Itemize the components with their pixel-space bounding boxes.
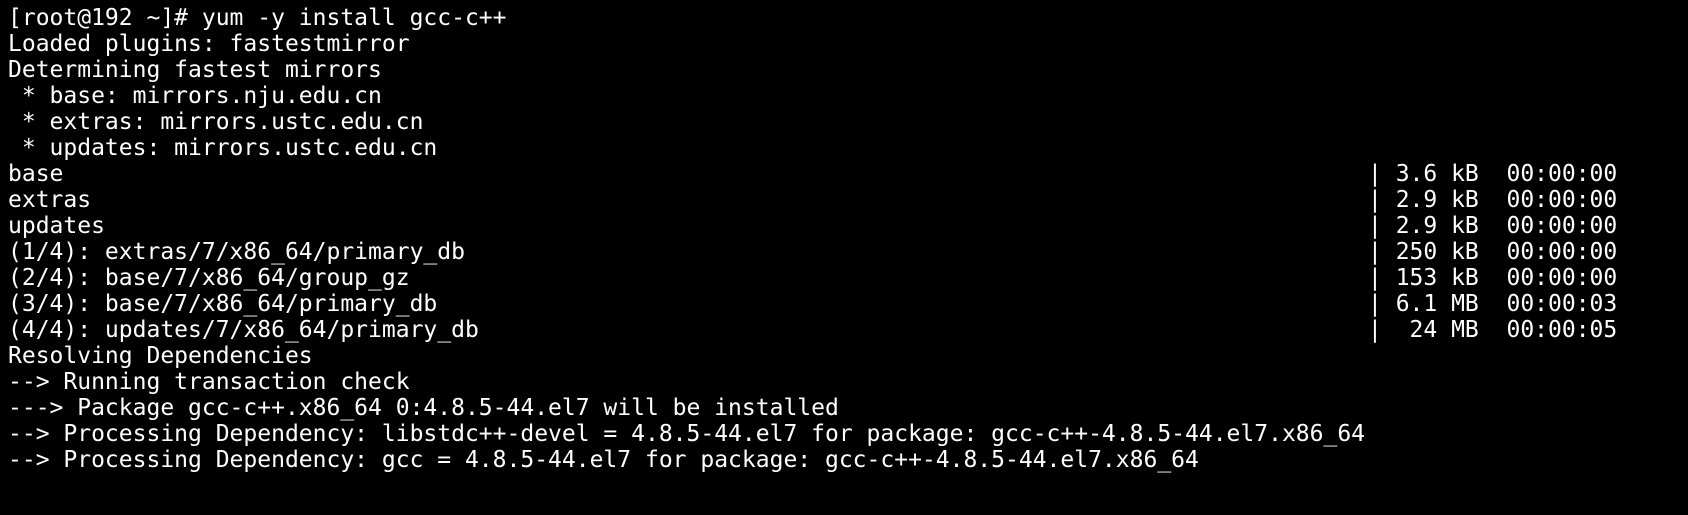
download-row: updates | 2.9 kB 00:00:00 xyxy=(8,212,1668,240)
mirror-line: * updates: mirrors.ustc.edu.cn xyxy=(8,135,438,161)
download-name: (4/4): updates/7/x86_64/primary_db xyxy=(8,317,479,343)
mirror-line: * extras: mirrors.ustc.edu.cn xyxy=(8,109,424,135)
terminal-window[interactable]: [root@192 ~]# yum -y install gcc-c++ Loa… xyxy=(0,0,1688,515)
output-line: Resolving Dependencies xyxy=(8,343,313,369)
download-stats: | 250 kB 00:00:00 xyxy=(1368,239,1618,265)
download-stats: | 2.9 kB 00:00:00 xyxy=(1368,187,1618,213)
download-stats: | 2.9 kB 00:00:00 xyxy=(1368,213,1618,239)
download-name: base xyxy=(8,161,64,187)
download-stats: | 24 MB 00:00:05 xyxy=(1368,317,1618,343)
output-line: Determining fastest mirrors xyxy=(8,57,382,83)
output-line: ---> Package gcc-c++.x86_64 0:4.8.5-44.e… xyxy=(8,395,839,421)
download-name: updates xyxy=(8,213,105,239)
download-stats: | 6.1 MB 00:00:03 xyxy=(1368,291,1618,317)
output-line: Loaded plugins: fastestmirror xyxy=(8,31,410,57)
download-stats: | 153 kB 00:00:00 xyxy=(1368,265,1618,291)
download-name: extras xyxy=(8,187,92,213)
download-row: (3/4): base/7/x86_64/primary_db | 6.1 MB… xyxy=(8,290,1668,318)
output-line: --> Running transaction check xyxy=(8,369,410,395)
download-row: (2/4): base/7/x86_64/group_gz | 153 kB 0… xyxy=(8,264,1668,292)
download-row: (1/4): extras/7/x86_64/primary_db | 250 … xyxy=(8,238,1668,266)
download-row: extras | 2.9 kB 00:00:00 xyxy=(8,186,1668,214)
download-name: (3/4): base/7/x86_64/primary_db xyxy=(8,291,438,317)
download-name: (1/4): extras/7/x86_64/primary_db xyxy=(8,239,465,265)
download-name: (2/4): base/7/x86_64/group_gz xyxy=(8,265,410,291)
download-row: (4/4): updates/7/x86_64/primary_db | 24 … xyxy=(8,316,1668,344)
output-line: --> Processing Dependency: gcc = 4.8.5-4… xyxy=(8,447,1199,473)
download-stats: | 3.6 kB 00:00:00 xyxy=(1368,161,1618,187)
download-row: base | 3.6 kB 00:00:00 xyxy=(8,160,1668,188)
mirror-line: * base: mirrors.nju.edu.cn xyxy=(8,83,382,109)
output-line: --> Processing Dependency: libstdc++-dev… xyxy=(8,421,1366,447)
command-prompt-line: [root@192 ~]# yum -y install gcc-c++ xyxy=(8,5,507,31)
